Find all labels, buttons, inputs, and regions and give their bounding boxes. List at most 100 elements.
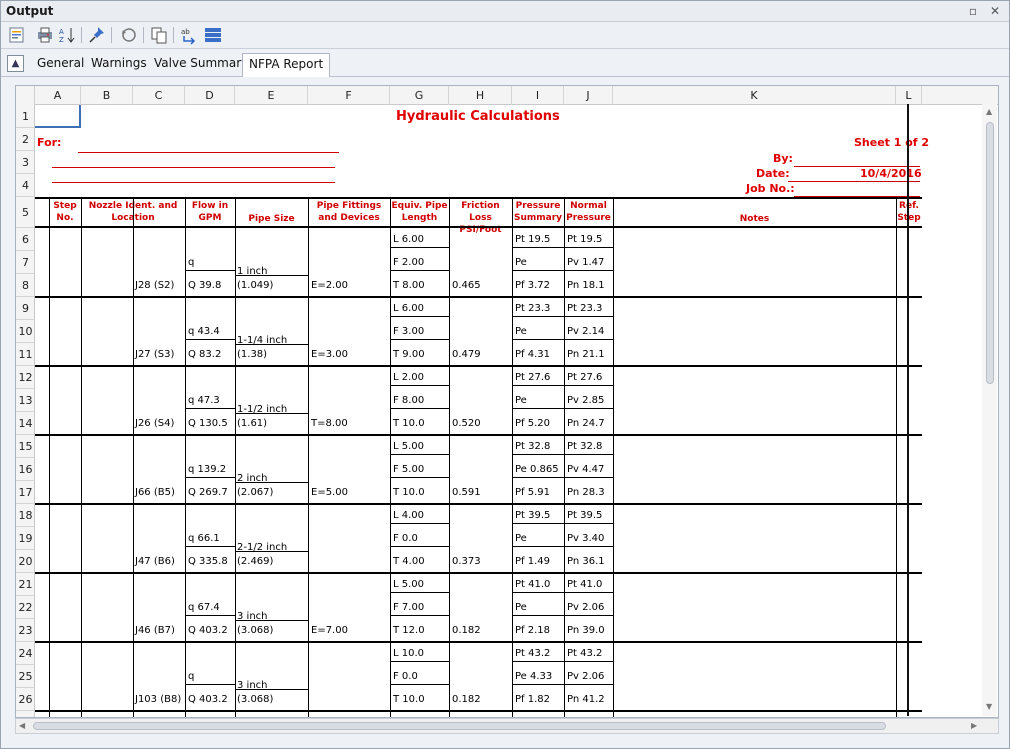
export-icon[interactable]: ab [179, 25, 199, 45]
row-header-5[interactable]: 5 [16, 197, 35, 228]
row-header-2[interactable]: 2 [16, 128, 35, 151]
column-header-e[interactable]: E [235, 86, 308, 105]
row-header-10[interactable]: 10 [16, 320, 35, 343]
grid-line [564, 546, 613, 547]
close-icon[interactable]: ✕ [987, 3, 1003, 19]
column-header-c[interactable]: C [133, 86, 185, 105]
grid-line [564, 385, 613, 386]
pressure-pt: Pt 39.5 [515, 510, 551, 521]
scroll-down-icon[interactable]: ▼ [986, 702, 992, 711]
refresh-icon[interactable] [119, 25, 139, 45]
grid-line [512, 408, 564, 409]
horizontal-scroll-thumb[interactable] [33, 722, 886, 730]
friction-loss-value: 0.182 [452, 625, 481, 636]
scroll-up-icon[interactable]: ▲ [986, 107, 992, 116]
equiv-length-F: F 5.00 [393, 464, 425, 475]
row-header-22[interactable]: 22 [16, 596, 35, 619]
copy-icon[interactable] [149, 25, 169, 45]
pressure-pf: Pf 4.31 [515, 349, 550, 360]
report-icon[interactable] [7, 25, 27, 45]
report-grid: Hydraulic Calculations For: Sheet 1 of 2 By… [35, 105, 929, 717]
column-header-h[interactable]: H [449, 86, 512, 105]
normal-pn: Pn 36.1 [567, 556, 605, 567]
header-flow: Flow in GPM [191, 201, 229, 223]
column-header-j[interactable]: J [564, 86, 613, 105]
collapse-icon[interactable]: ▲ [7, 55, 24, 72]
sort-az-icon[interactable]: AZ [57, 25, 77, 45]
column-header-f[interactable]: F [308, 86, 390, 105]
row-header-26[interactable]: 26 [16, 688, 35, 711]
by-label: By: [773, 152, 793, 165]
row-header-7[interactable]: 7 [16, 251, 35, 274]
column-header-a[interactable]: A [35, 86, 81, 105]
tab-valve-summary[interactable]: Valve Summary [148, 53, 254, 76]
column-header-k[interactable]: K [613, 86, 896, 105]
row-header-6[interactable]: 6 [16, 228, 35, 251]
row-header-14[interactable]: 14 [16, 412, 35, 435]
column-header-b[interactable]: B [81, 86, 133, 105]
tab-warnings[interactable]: Warnings [85, 53, 153, 76]
grid-line [512, 385, 564, 386]
pressure-pt: Pt 27.6 [515, 372, 551, 383]
row-header-18[interactable]: 18 [16, 504, 35, 527]
nozzle-ident: J46 (B7) [135, 625, 175, 636]
row-header-1[interactable]: 1 [16, 105, 35, 128]
underline [788, 181, 920, 182]
row-header-8[interactable]: 8 [16, 274, 35, 297]
fittings-value: E=2.00 [311, 280, 348, 291]
row-header-23[interactable]: 23 [16, 619, 35, 642]
pressure-pe: Pe [515, 257, 527, 268]
selected-cell[interactable] [35, 105, 81, 128]
row-header-15[interactable]: 15 [16, 435, 35, 458]
underline [78, 152, 339, 153]
pin-icon[interactable] [87, 25, 107, 45]
row-header-24[interactable]: 24 [16, 642, 35, 665]
scroll-right-icon[interactable]: ▶ [971, 721, 977, 730]
grid-line [390, 270, 449, 271]
column-header-l[interactable]: L [896, 86, 922, 105]
row-header-20[interactable]: 20 [16, 550, 35, 573]
row-header-13[interactable]: 13 [16, 389, 35, 412]
tab-nfpa-report[interactable]: NFPA Report [242, 53, 331, 77]
equiv-length-T: T 8.00 [393, 280, 425, 291]
row-header-12[interactable]: 12 [16, 366, 35, 389]
row-header-3[interactable]: 3 [16, 151, 35, 174]
flow-q: q 66.1 [188, 533, 220, 544]
column-header-g[interactable]: G [390, 86, 449, 105]
print-icon[interactable] [35, 25, 55, 45]
grid-line [564, 408, 613, 409]
scroll-left-icon[interactable]: ◀ [19, 721, 25, 730]
select-all-corner[interactable] [16, 86, 35, 105]
grid-line [564, 477, 613, 478]
tab-general[interactable]: General [31, 53, 90, 76]
grid-line [512, 247, 564, 248]
row-header-16[interactable]: 16 [16, 458, 35, 481]
row-header-25[interactable]: 25 [16, 665, 35, 688]
row-header-19[interactable]: 19 [16, 527, 35, 550]
pressure-pf: Pf 3.72 [515, 280, 550, 291]
nozzle-ident: J28 (S2) [135, 280, 175, 291]
grid-line [390, 316, 449, 317]
grid-line [564, 684, 613, 685]
grid-line [564, 339, 613, 340]
row-header-11[interactable]: 11 [16, 343, 35, 366]
normal-pt: Pt 32.8 [567, 441, 603, 452]
row-header-21[interactable]: 21 [16, 573, 35, 596]
grid-line [35, 434, 922, 436]
nozzle-ident: J66 (B5) [135, 487, 175, 498]
restore-icon[interactable]: ▫ [965, 3, 981, 19]
row-header-9[interactable]: 9 [16, 297, 35, 320]
svg-text:ab: ab [181, 28, 190, 36]
row-header-17[interactable]: 17 [16, 481, 35, 504]
spreadsheet[interactable]: ABCDEFGHIJKL 1 2 3 4 5 6 7 8 9 10 11 12 13 14 15 16 17 18… [15, 85, 999, 718]
horizontal-scrollbar[interactable]: ◀ ▶ [15, 718, 999, 734]
columns-icon[interactable] [203, 25, 223, 45]
row-header-4[interactable]: 4 [16, 174, 35, 197]
vertical-scroll-thumb[interactable] [986, 122, 994, 384]
grid-line [390, 592, 449, 593]
grid-line [564, 454, 613, 455]
column-header-d[interactable]: D [185, 86, 235, 105]
equiv-length-L: L 10.0 [393, 648, 425, 659]
column-header-i[interactable]: I [512, 86, 564, 105]
flow-Q: Q 83.2 [188, 349, 222, 360]
